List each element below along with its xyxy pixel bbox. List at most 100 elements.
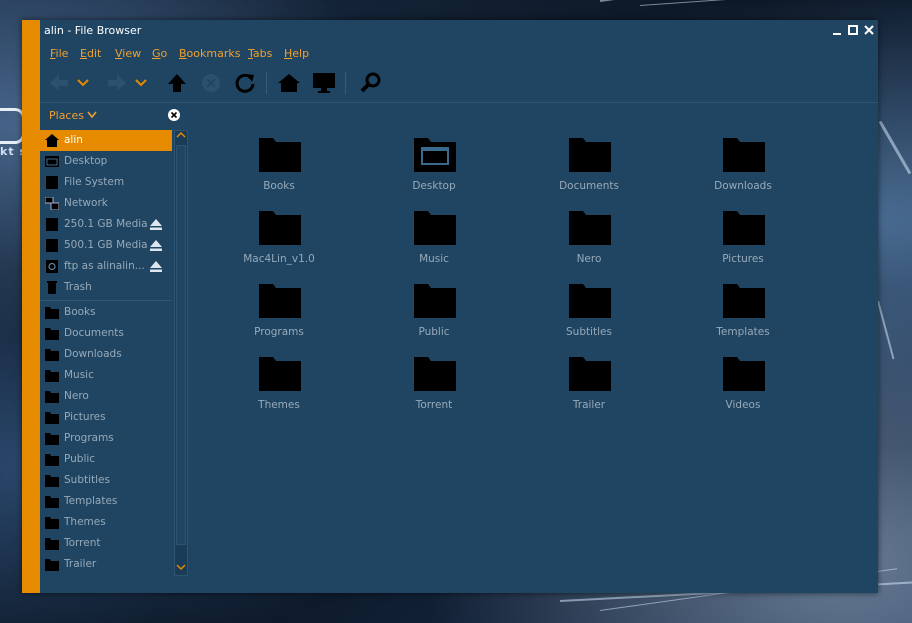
folder-icon	[45, 517, 59, 529]
file-item-music[interactable]: Music	[379, 203, 489, 271]
stop-icon	[202, 74, 220, 92]
home-button[interactable]	[276, 70, 302, 96]
sidebar-item-templates[interactable]: Templates	[40, 491, 172, 512]
sidebar-item-trash[interactable]: Trash	[40, 277, 172, 298]
home-icon	[278, 74, 300, 92]
places-label: Places	[49, 109, 84, 122]
menu-view[interactable]: View	[115, 47, 141, 60]
sidebar-item-label: Subtitles	[64, 474, 110, 486]
file-item-mac4lin[interactable]: Mac4Lin_v1.0	[224, 203, 334, 271]
folder-icon	[259, 211, 301, 245]
folder-icon	[45, 328, 59, 340]
file-label: Books	[263, 180, 295, 192]
sidebar-item-subtitles[interactable]: Subtitles	[40, 470, 172, 491]
places-dropdown[interactable]: Places	[49, 109, 98, 122]
minimize-button[interactable]	[830, 23, 844, 37]
reload-icon	[235, 73, 255, 93]
sidebar-item-network[interactable]: Network	[40, 193, 172, 214]
sidebar-item-pictures[interactable]: Pictures	[40, 407, 172, 428]
close-sidebar-button[interactable]	[168, 109, 180, 121]
sidebar-item-public[interactable]: Public	[40, 449, 172, 470]
file-item-documents[interactable]: Documents	[534, 130, 644, 198]
reload-button[interactable]	[232, 70, 258, 96]
menu-file[interactable]: File	[50, 47, 68, 60]
title-bar[interactable]: alin - File Browser	[40, 20, 878, 42]
back-button[interactable]	[46, 70, 72, 96]
file-label: Trailer	[572, 399, 606, 411]
file-item-torrent[interactable]: Torrent	[379, 349, 489, 417]
scroll-up-button[interactable]	[175, 131, 187, 143]
sidebar-item-home[interactable]: alin	[40, 130, 172, 151]
sidebar-item-media-500[interactable]: 500.1 GB Media	[40, 235, 172, 256]
folder-icon	[414, 357, 456, 391]
minimize-icon	[833, 33, 841, 35]
folder-icon	[569, 138, 611, 172]
eject-icon[interactable]	[150, 219, 162, 230]
close-button[interactable]	[862, 23, 876, 37]
sidebar-item-programs[interactable]: Programs	[40, 428, 172, 449]
sidebar-item-media-250[interactable]: 250.1 GB Media	[40, 214, 172, 235]
folder-icon	[45, 307, 59, 319]
menu-tabs[interactable]: Tabs	[248, 47, 272, 60]
menu-bookmarks[interactable]: Bookmarks	[179, 47, 240, 60]
file-label: Programs	[254, 326, 304, 338]
file-item-videos[interactable]: Videos	[688, 349, 798, 417]
forward-button[interactable]	[104, 70, 130, 96]
sidebar-item-file-system[interactable]: File System	[40, 172, 172, 193]
folder-icon	[723, 138, 765, 172]
scroll-down-button[interactable]	[175, 563, 187, 575]
sidebar-item-label: File System	[64, 176, 125, 188]
file-label: Public	[418, 326, 450, 338]
eject-icon[interactable]	[150, 261, 162, 272]
sidebar-item-downloads[interactable]: Downloads	[40, 344, 172, 365]
menu-help[interactable]: Help	[284, 47, 309, 60]
computer-button[interactable]	[311, 70, 337, 96]
sidebar-item-books[interactable]: Books	[40, 302, 172, 323]
file-item-trailer[interactable]: Trailer	[534, 349, 644, 417]
sidebar-item-label: Templates	[64, 495, 118, 507]
file-item-downloads[interactable]: Downloads	[688, 130, 798, 198]
sidebar-scrollbar[interactable]	[174, 130, 188, 576]
menu-bar: File Edit View Go Bookmarks Tabs Help	[40, 42, 878, 64]
file-item-templates[interactable]: Templates	[688, 276, 798, 344]
file-item-pictures[interactable]: Pictures	[688, 203, 798, 271]
sidebar-item-desktop[interactable]: Desktop	[40, 151, 172, 172]
sidebar-item-label: Pictures	[64, 411, 106, 423]
file-label: Pictures	[722, 253, 764, 265]
folder-icon	[723, 357, 765, 391]
sidebar-item-nero[interactable]: Nero	[40, 386, 172, 407]
sidebar-item-music[interactable]: Music	[40, 365, 172, 386]
up-button[interactable]	[164, 70, 190, 96]
up-icon	[168, 74, 186, 92]
chevron-down-icon	[176, 564, 186, 571]
scroll-thumb[interactable]	[176, 145, 186, 545]
eject-icon[interactable]	[150, 240, 162, 251]
sidebar-header: Places	[40, 102, 190, 128]
sidebar-item-torrent[interactable]: Torrent	[40, 533, 172, 554]
menu-edit[interactable]: Edit	[80, 47, 101, 60]
sidebar-item-ftp[interactable]: ftp as alinalin...	[40, 256, 172, 277]
sidebar-item-label: Themes	[64, 516, 106, 528]
folder-icon	[45, 391, 59, 403]
file-item-themes[interactable]: Themes	[224, 349, 334, 417]
file-item-nero[interactable]: Nero	[534, 203, 644, 271]
file-item-programs[interactable]: Programs	[224, 276, 334, 344]
file-item-public[interactable]: Public	[379, 276, 489, 344]
file-item-subtitles[interactable]: Subtitles	[534, 276, 644, 344]
stop-button[interactable]	[198, 70, 224, 96]
sidebar-item-themes[interactable]: Themes	[40, 512, 172, 533]
file-label: Mac4Lin_v1.0	[243, 253, 315, 265]
folder-icon	[45, 559, 59, 571]
search-button[interactable]	[358, 70, 384, 96]
sidebar: Places alin Desktop File System Network	[40, 102, 190, 576]
sidebar-item-trailer[interactable]: Trailer	[40, 554, 172, 575]
sidebar-item-documents[interactable]: Documents	[40, 323, 172, 344]
file-item-desktop[interactable]: Desktop	[379, 130, 489, 198]
forward-history-button[interactable]	[132, 70, 150, 96]
file-item-books[interactable]: Books	[224, 130, 334, 198]
maximize-button[interactable]	[846, 23, 860, 37]
file-view[interactable]: Books Desktop Documents Downloads Mac4Li…	[190, 102, 878, 576]
menu-go[interactable]: Go	[152, 47, 167, 60]
back-history-button[interactable]	[74, 70, 92, 96]
file-label: Documents	[559, 180, 619, 192]
